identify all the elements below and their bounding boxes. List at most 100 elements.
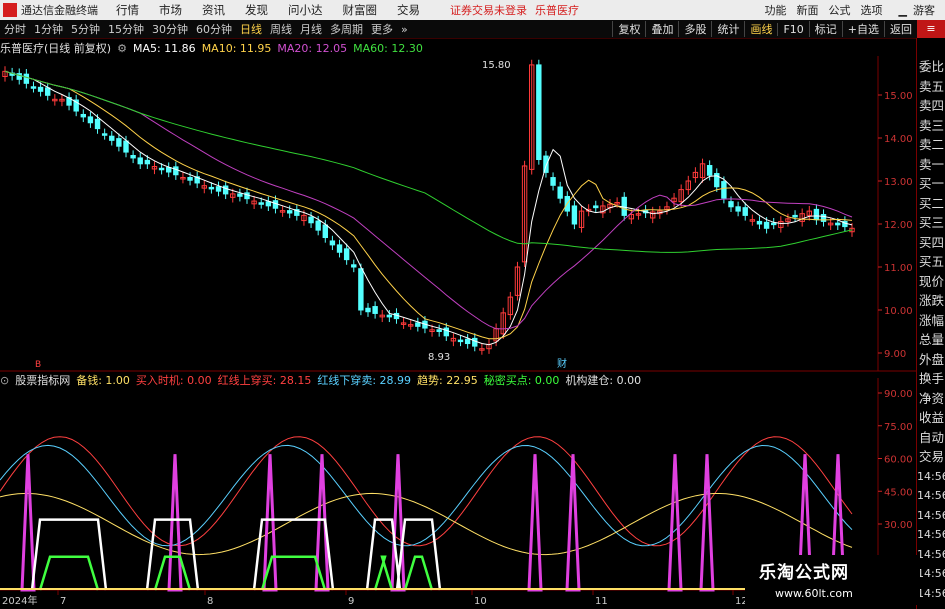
- period-weekly[interactable]: 周线: [270, 21, 292, 37]
- candle-body: [130, 155, 136, 159]
- indicator-settings-icon[interactable]: ⊙: [0, 374, 9, 387]
- price-tick-label: 11.00: [884, 263, 913, 274]
- sidebar-sell1[interactable]: 卖一: [917, 155, 945, 175]
- period-30min[interactable]: 30分钟: [152, 21, 188, 37]
- price-tick-label: 13.00: [884, 177, 913, 188]
- period-15min[interactable]: 15分钟: [108, 21, 144, 37]
- sidebar-buy5[interactable]: 买五: [917, 252, 945, 272]
- magenta-spike: [699, 454, 715, 592]
- candle-body: [237, 193, 243, 197]
- candle-body: [728, 201, 734, 208]
- green-plateau: [38, 555, 100, 591]
- candle-body: [443, 327, 449, 337]
- candle-body: [721, 181, 727, 199]
- sidebar-trade[interactable]: 交易: [917, 447, 945, 467]
- ind-mairu: 买入时机: 0.00: [135, 374, 212, 387]
- period-60min[interactable]: 60分钟: [196, 21, 232, 37]
- menu-caifuquan[interactable]: 财富圈: [343, 2, 378, 18]
- period-fenshi[interactable]: 分时: [4, 21, 26, 37]
- tool-huaxian[interactable]: 画线: [744, 21, 777, 37]
- menu-xuanxiang[interactable]: 选项: [861, 2, 883, 18]
- candle-body: [87, 116, 94, 124]
- sidebar-weibi[interactable]: 委比: [917, 57, 945, 77]
- sidebar-auto[interactable]: 自动: [917, 428, 945, 448]
- candle-body: [116, 138, 122, 147]
- menu-gongneng[interactable]: 功能: [765, 2, 787, 18]
- kline-chart[interactable]: 15.00 14.00 13.00 12.00 11.00 10.00 9.00 90.00…: [0, 38, 916, 609]
- sidebar-change[interactable]: 涨跌: [917, 291, 945, 311]
- menu-faxian[interactable]: 发现: [245, 2, 268, 18]
- menu-zixun[interactable]: 资讯: [202, 2, 225, 18]
- candle-body: [536, 64, 542, 160]
- tool-biaoji[interactable]: 标记: [808, 21, 842, 37]
- ind-hongxian-up: 红线上穿买: 28.15: [217, 374, 312, 387]
- sidebar-sell2[interactable]: 卖二: [917, 135, 945, 155]
- sidebar-netassets[interactable]: 净资: [917, 389, 945, 409]
- indicator-name[interactable]: 股票指标网: [15, 372, 70, 388]
- sidebar-outer[interactable]: 外盘: [917, 350, 945, 370]
- sidebar-buy1[interactable]: 买一: [917, 174, 945, 194]
- period-more[interactable]: 更多: [371, 21, 393, 37]
- period-multi[interactable]: 多周期: [330, 21, 363, 37]
- sidebar-pct[interactable]: 涨幅: [917, 311, 945, 331]
- candle-body: [258, 202, 264, 205]
- menu-hangqing[interactable]: 行情: [116, 2, 139, 18]
- magenta-spike: [167, 454, 183, 592]
- minimize-icon[interactable]: ▁: [899, 4, 907, 17]
- tool-tongji[interactable]: 统计: [711, 21, 744, 37]
- menu-xinmian[interactable]: 新面: [797, 2, 819, 18]
- ind-tick-label: 60.00: [884, 455, 913, 466]
- ma5-line: [4, 70, 853, 346]
- period-5min[interactable]: 5分钟: [71, 21, 100, 37]
- sidebar-buy4[interactable]: 买四: [917, 233, 945, 253]
- candle-body: [80, 113, 86, 118]
- guest-label[interactable]: 游客: [913, 2, 935, 18]
- period-1min[interactable]: 1分钟: [34, 21, 63, 37]
- marker-b: B: [35, 360, 41, 370]
- candle-body: [187, 176, 193, 181]
- high-annotation: 15.80: [482, 60, 511, 71]
- watermark: 乐淘公式网 www.60lt.com: [745, 555, 920, 605]
- ind-hongxian-down: 红线下穿卖: 28.99: [317, 374, 412, 387]
- sidebar-earnings[interactable]: 收益: [917, 408, 945, 428]
- period-toolbar: 分时 1分钟 5分钟 15分钟 30分钟 60分钟 日线 周线 月线 多周期 更…: [0, 20, 945, 39]
- period-monthly[interactable]: 月线: [300, 21, 322, 37]
- sidebar-turnover[interactable]: 换手: [917, 369, 945, 389]
- year-label: 2024年: [2, 594, 37, 607]
- sidebar-sell4[interactable]: 卖四: [917, 96, 945, 116]
- period-daily[interactable]: 日线: [240, 21, 262, 37]
- menu-jiaoyi[interactable]: 交易: [397, 2, 420, 18]
- right-menu: 功能 新面 公式 选项 ▁ 游客: [765, 0, 945, 20]
- tool-zixuan[interactable]: +自选: [841, 21, 884, 37]
- sidebar-sell5[interactable]: 卖五: [917, 77, 945, 97]
- sidebar-buy2[interactable]: 买二: [917, 194, 945, 214]
- login-warning[interactable]: 证券交易未登录: [450, 2, 527, 18]
- ma10-line: [4, 70, 853, 340]
- sidebar-sell3[interactable]: 卖三: [917, 116, 945, 136]
- candle-body: [792, 214, 798, 218]
- candle-body: [351, 264, 357, 268]
- tool-f10[interactable]: F10: [777, 22, 808, 36]
- candle-body: [464, 338, 471, 345]
- sidebar-price[interactable]: 现价: [917, 272, 945, 292]
- tool-diejia[interactable]: 叠加: [645, 21, 678, 37]
- date-label: 9: [348, 596, 354, 607]
- candle-body: [94, 118, 101, 130]
- menu-gongshi[interactable]: 公式: [829, 2, 851, 18]
- menu-shichang[interactable]: 市场: [159, 2, 182, 18]
- candle-body: [593, 205, 599, 209]
- sidebar-buy3[interactable]: 买三: [917, 213, 945, 233]
- menu-wenxiaoda[interactable]: 问小达: [288, 2, 323, 18]
- price-tick-label: 10.00: [884, 306, 913, 317]
- guest-button[interactable]: ≡: [917, 20, 945, 38]
- tool-duogu[interactable]: 多股: [678, 21, 711, 37]
- more-chevron-icon[interactable]: »: [401, 23, 408, 36]
- quote-sidebar: 委比 卖五 卖四 卖三 卖二 卖一 买一 买二 买三 买四 买五 现价 涨跌 涨…: [916, 38, 945, 609]
- ind-tick-label: 90.00: [884, 389, 913, 400]
- tool-fanhui[interactable]: 返回: [884, 21, 917, 37]
- magenta-spike: [527, 454, 543, 592]
- sidebar-volume[interactable]: 总量: [917, 330, 945, 350]
- tool-fuquan[interactable]: 复权: [612, 21, 645, 37]
- magenta-spike: [262, 454, 278, 592]
- candle-body: [735, 206, 741, 212]
